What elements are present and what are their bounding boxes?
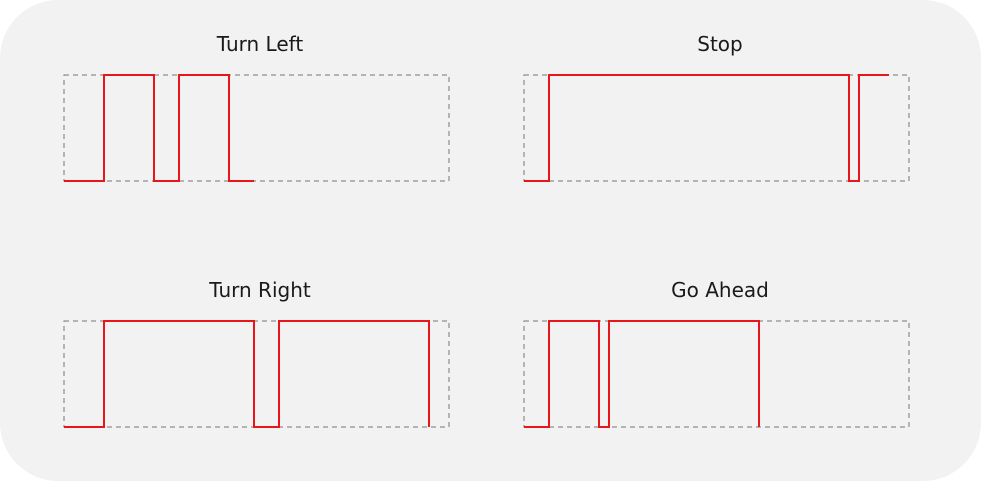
signal-frame [63, 320, 450, 428]
diagram-canvas: Turn Left Stop Turn Right Go Ahead [0, 0, 981, 481]
signal-frame [523, 74, 910, 182]
signal-panel-turn-right: Turn Right [60, 278, 460, 438]
signal-waveform [524, 74, 889, 182]
waveform-svg [523, 320, 910, 428]
signal-waveform [64, 320, 430, 428]
signal-frame [63, 74, 450, 182]
signal-panel-go-ahead: Go Ahead [520, 278, 920, 438]
signal-panel-turn-left: Turn Left [60, 32, 460, 192]
waveform-svg [63, 74, 450, 182]
signal-panel-stop: Stop [520, 32, 920, 192]
signal-frame [523, 320, 910, 428]
signal-waveform [524, 320, 760, 428]
signal-waveform [64, 74, 254, 182]
waveform-svg [63, 320, 450, 428]
waveform-svg [523, 74, 910, 182]
